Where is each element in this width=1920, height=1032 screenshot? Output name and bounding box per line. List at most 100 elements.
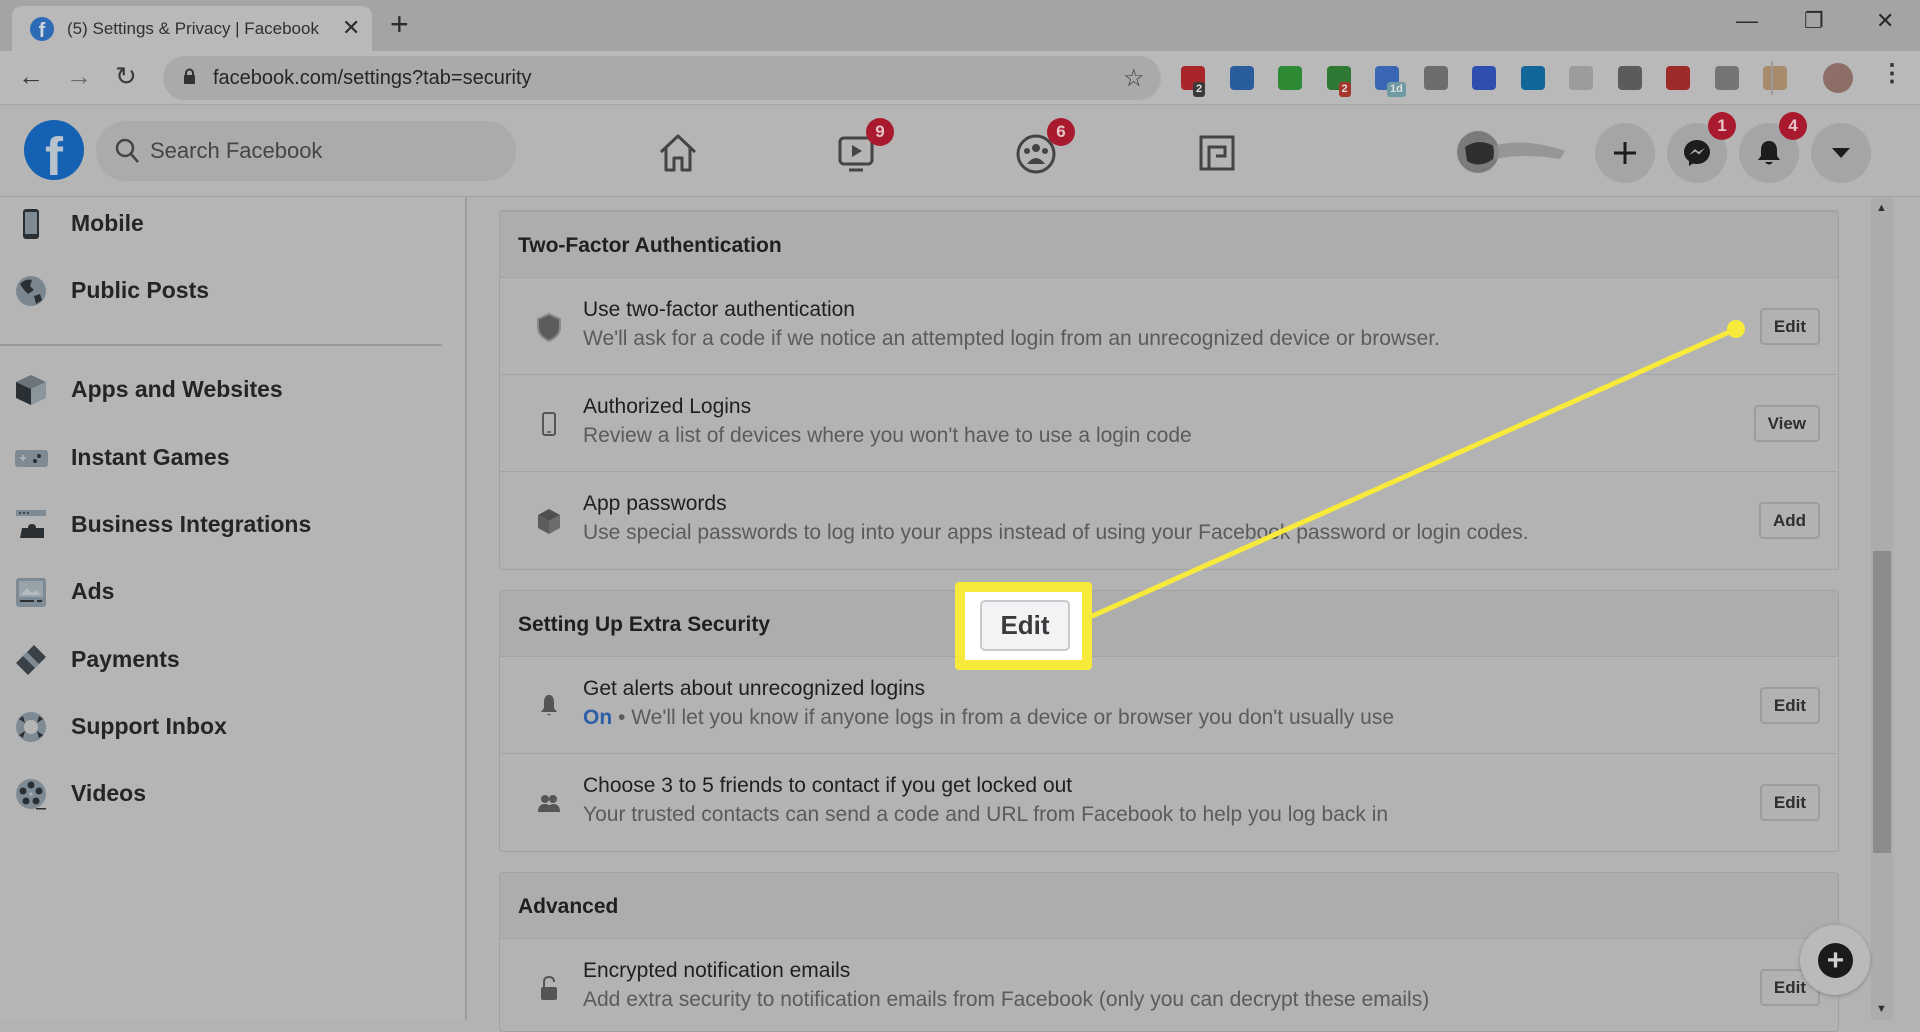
watch-badge: 9 [866, 118, 894, 146]
new-tab-button[interactable]: + [390, 6, 409, 43]
browser-tab[interactable]: f (5) Settings & Privacy | Facebook ✕ [12, 6, 372, 51]
bell-icon [1758, 141, 1780, 165]
messenger-badge: 1 [1708, 112, 1736, 140]
sidebar-item-label: Public Posts [71, 277, 210, 303]
search-input[interactable]: Search Facebook [96, 121, 516, 181]
setting-description: Use special passwords to log into your a… [583, 521, 1529, 544]
extension-badge: 1d [1387, 82, 1406, 97]
setting-row-encrypted-emails[interactable]: Encrypted notification emails Add extra … [500, 939, 1838, 1031]
scroll-up-arrow-icon[interactable]: ▲ [1876, 202, 1887, 214]
extension-doc-add-icon[interactable] [1569, 66, 1593, 90]
restore-button[interactable]: ❐ [1804, 8, 1824, 34]
gamepad-icon [15, 450, 48, 467]
sidebar-item-public-posts[interactable]: Public Posts [0, 264, 460, 316]
bell-icon [541, 695, 557, 716]
reload-icon[interactable]: ↻ [115, 61, 137, 92]
setting-description: Add extra security to notification email… [583, 988, 1430, 1011]
minimize-button[interactable]: — [1736, 8, 1758, 34]
messenger-icon [1684, 140, 1710, 166]
account-menu-button[interactable] [1811, 123, 1871, 183]
extension-badge: 2 [1193, 82, 1206, 97]
extension-vimeo-icon[interactable] [1472, 66, 1496, 90]
extension-toolbox-icon[interactable] [1763, 66, 1787, 90]
scroll-down-arrow-icon[interactable]: ▼ [1876, 1003, 1887, 1015]
sidebar-item-label: Business Integrations [71, 511, 312, 537]
setting-row-app-passwords[interactable]: App passwords Use special passwords to l… [500, 472, 1838, 569]
setting-description: On • We'll let you know if anyone logs i… [583, 706, 1394, 730]
url-text[interactable]: facebook.com/settings?tab=security [213, 67, 532, 90]
edit-trusted-contacts-button[interactable]: Edit [1759, 784, 1820, 821]
setting-description: Review a list of devices where you won't… [583, 424, 1192, 447]
forward-arrow-icon[interactable]: → [66, 61, 92, 92]
close-window-button[interactable]: ✕ [1876, 8, 1894, 34]
setting-row-authorized-logins[interactable]: Authorized Logins Review a list of devic… [500, 375, 1838, 472]
card-icon [16, 645, 46, 675]
sidebar-item-apps-and-websites[interactable]: Apps and Websites [0, 363, 460, 415]
edit-login-alerts-button[interactable]: Edit [1759, 687, 1820, 724]
sidebar-item-payments[interactable]: Payments [0, 633, 460, 685]
sidebar-item-support-inbox[interactable]: Support Inbox [0, 700, 460, 752]
bookmark-star-icon[interactable]: ☆ [1123, 64, 1145, 93]
callout-edit-button[interactable]: Edit [980, 600, 1070, 651]
home-icon[interactable] [653, 128, 703, 178]
extension-sphere-icon[interactable] [1617, 66, 1642, 90]
sidebar-item-label: Videos [71, 780, 146, 806]
extension-cardinal-icon[interactable] [1423, 66, 1448, 90]
sidebar-item-label: Payments [71, 646, 180, 672]
setting-row-trusted-contacts[interactable]: Choose 3 to 5 friends to contact if you … [500, 754, 1838, 851]
scrollbar-thumb[interactable] [1873, 551, 1891, 853]
profile-avatar[interactable] [1823, 63, 1853, 93]
profile-avatar[interactable] [1455, 129, 1570, 175]
sidebar-item-label: Mobile [71, 210, 144, 236]
browser-tab-strip: f (5) Settings & Privacy | Facebook ✕ + … [0, 0, 1920, 51]
panel-header: Setting Up Extra Security [500, 591, 1838, 657]
ads-icon [16, 578, 46, 607]
back-arrow-icon[interactable]: ← [18, 61, 44, 92]
setting-row-two-factor[interactable]: Use two-factor authentication We'll ask … [500, 278, 1838, 375]
setting-row-login-alerts[interactable]: Get alerts about unrecognized logins On … [500, 657, 1838, 754]
facebook-favicon-icon: f [30, 17, 54, 41]
extension-evernote-icon[interactable] [1278, 66, 1302, 90]
extension-adblock-icon[interactable] [1714, 66, 1739, 90]
search-icon [115, 138, 139, 163]
caret-down-icon [1832, 148, 1850, 158]
extension-ring-icon[interactable] [1520, 66, 1545, 90]
setting-title: Authorized Logins [583, 395, 752, 418]
sidebar-item-business-integrations[interactable]: Business Integrations [0, 498, 460, 550]
create-button[interactable] [1595, 123, 1655, 183]
add-app-password-button[interactable]: Add [1758, 502, 1820, 539]
setting-description-text: • We'll let you know if anyone logs in f… [612, 706, 1395, 729]
setting-title: Get alerts about unrecognized logins [583, 677, 926, 700]
setting-title: Encrypted notification emails [583, 959, 851, 982]
extension-mcafee-icon[interactable] [1666, 66, 1690, 90]
tab-title: (5) Settings & Privacy | Facebook [67, 19, 319, 38]
facebook-header: f Search Facebook 9 6 1 4 [0, 106, 1920, 197]
tab-close-icon[interactable]: ✕ [342, 15, 360, 41]
panel-header: Two-Factor Authentication [500, 212, 1838, 278]
gaming-icon[interactable] [1192, 128, 1242, 178]
view-authorized-logins-button[interactable]: View [1753, 405, 1820, 442]
setting-title: Choose 3 to 5 friends to contact if you … [583, 774, 1073, 797]
cube-icon [16, 375, 46, 405]
new-message-button[interactable]: + [1800, 925, 1870, 995]
facebook-logo[interactable]: f [24, 120, 84, 180]
friends-icon [538, 795, 560, 812]
sidebar-item-mobile[interactable]: Mobile [0, 197, 460, 249]
sidebar-item-label: Apps and Websites [71, 376, 283, 402]
sidebar-item-videos[interactable]: Videos [0, 767, 460, 819]
toolbar-divider [1771, 61, 1773, 95]
lock-icon [184, 68, 195, 84]
extension-funnel-icon[interactable] [1229, 66, 1254, 90]
panel-advanced: Advanced Encrypted notification emails A… [499, 872, 1839, 1032]
puzzle-icon [16, 510, 46, 538]
address-bar[interactable]: facebook.com/settings?tab=security ☆ [163, 56, 1161, 100]
browser-menu-icon[interactable]: ⋮ [1880, 59, 1904, 88]
notifications-badge: 4 [1779, 112, 1807, 140]
sidebar-item-instant-games[interactable]: Instant Games [0, 431, 460, 483]
sidebar-item-label: Support Inbox [71, 713, 227, 739]
edit-two-factor-button[interactable]: Edit [1759, 308, 1820, 345]
film-reel-icon [16, 779, 46, 810]
previous-panel-edge [499, 197, 1839, 211]
section-title: Advanced [518, 895, 619, 918]
sidebar-item-ads[interactable]: Ads [0, 565, 460, 617]
